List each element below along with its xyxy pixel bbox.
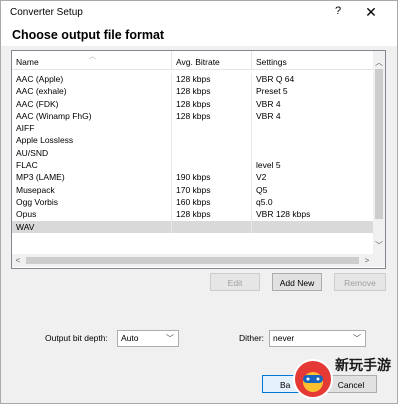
help-button[interactable]: ?	[331, 5, 345, 21]
bitrate-cell: 128 kbps	[172, 208, 252, 221]
column-header-settings[interactable]: Settings	[252, 51, 373, 69]
scroll-right-icon[interactable]: >	[361, 254, 373, 267]
bit-depth-value: Auto	[121, 333, 139, 343]
vertical-scrollbar[interactable]: ︿ ﹀	[373, 51, 385, 254]
window-title: Converter Setup	[10, 7, 83, 18]
dither-select[interactable]: never ﹀	[269, 330, 366, 347]
list-row[interactable]: WAV	[12, 220, 373, 233]
settings-cell: VBR 4	[256, 110, 281, 121]
format-name-cell: AAC (exhale)	[12, 85, 172, 98]
list-row[interactable]: AU/SND	[12, 146, 373, 160]
settings-cell: V2	[256, 172, 267, 183]
format-name-cell: AAC (Winamp FhG)	[12, 109, 172, 123]
remove-button[interactable]: Remove	[334, 273, 386, 291]
list-row[interactable]: AAC (exhale) 128 kbps Preset 5	[12, 85, 373, 98]
format-name-cell: AAC (FDK)	[12, 97, 172, 110]
format-list[interactable]: Name ︿ Avg. Bitrate Settings AAC (Apple)…	[11, 50, 386, 269]
dither-label: Dither:	[239, 333, 265, 343]
list-row[interactable]: Apple Lossless	[12, 134, 373, 147]
format-name-cell: Ogg Vorbis	[12, 195, 172, 209]
horizontal-scrollbar[interactable]: < >	[12, 254, 373, 267]
bitrate-cell: 190 kbps	[172, 171, 252, 184]
settings-cell	[252, 122, 373, 134]
list-row[interactable]: Musepack 170 kbps Q5	[12, 183, 373, 196]
format-name-cell: AIFF	[12, 122, 172, 135]
list-row[interactable]: Ogg Vorbis 160 kbps q5.0	[12, 195, 373, 209]
settings-cell: level 5	[256, 160, 281, 171]
format-name-cell: Musepack	[12, 183, 172, 196]
bitrate-cell	[172, 220, 252, 233]
horizontal-scroll-thumb[interactable]	[26, 257, 359, 264]
list-row[interactable]: AAC (FDK) 128 kbps VBR 4	[12, 97, 373, 110]
dither-value: never	[273, 333, 295, 343]
watermark-logo: 新玩手游	[293, 357, 391, 399]
settings-cell	[252, 221, 373, 233]
bitrate-cell: 170 kbps	[172, 183, 252, 196]
list-row[interactable]: AAC (Winamp FhG) 128 kbps VBR 4	[12, 109, 373, 123]
scroll-down-icon[interactable]: ﹀	[373, 240, 385, 252]
bitrate-cell	[172, 159, 252, 172]
bitrate-cell: 160 kbps	[172, 195, 252, 209]
format-name-cell: FLAC	[12, 159, 172, 172]
title-bar: Converter Setup ? ✕	[1, 1, 397, 25]
list-rows: AAC (Apple) 128 kbps VBR Q 64 AAC (exhale) 1…	[12, 73, 373, 233]
scroll-up-icon[interactable]: ︿	[373, 57, 385, 69]
format-name-cell: Opus	[12, 208, 172, 221]
format-name-cell: AAC (Apple)	[12, 73, 172, 86]
scrollbar-corner	[373, 254, 385, 267]
bitrate-cell	[172, 146, 252, 160]
bitrate-cell: 128 kbps	[172, 73, 252, 86]
bitrate-cell	[172, 122, 252, 135]
edit-button[interactable]: Edit	[210, 273, 260, 291]
format-name-cell: Apple Lossless	[12, 134, 172, 147]
settings-cell: VBR 128 kbps	[256, 209, 311, 220]
watermark-text: 新玩手游	[335, 357, 391, 373]
list-row[interactable]: MP3 (LAME) 190 kbps V2	[12, 171, 373, 184]
format-name-cell: AU/SND	[12, 146, 172, 160]
format-name-cell: WAV	[12, 220, 172, 233]
list-row[interactable]: AAC (Apple) 128 kbps VBR Q 64	[12, 73, 373, 86]
vertical-scroll-thumb[interactable]	[375, 69, 383, 219]
settings-cell: Q5	[256, 184, 268, 195]
settings-cell: VBR 4	[256, 98, 281, 109]
bitrate-cell: 128 kbps	[172, 109, 252, 123]
bitrate-cell: 128 kbps	[172, 85, 252, 98]
column-header-bitrate[interactable]: Avg. Bitrate	[172, 51, 252, 69]
chevron-down-icon: ﹀	[166, 334, 174, 343]
close-button[interactable]: ✕	[363, 4, 379, 20]
add-new-button[interactable]: Add New	[272, 273, 322, 291]
settings-cell: Preset 5	[256, 86, 288, 97]
settings-cell	[252, 134, 373, 146]
sort-ascending-icon: ︿	[89, 53, 96, 60]
chevron-down-icon: ﹀	[353, 334, 361, 343]
bit-depth-select[interactable]: Auto ﹀	[117, 330, 179, 347]
settings-cell: VBR Q 64	[256, 74, 295, 84]
settings-cell: q5.0	[256, 196, 273, 207]
bitrate-cell: 128 kbps	[172, 97, 252, 110]
list-row[interactable]: Opus 128 kbps VBR 128 kbps	[12, 208, 373, 221]
page-title: Choose output file format	[12, 28, 165, 42]
list-row[interactable]: FLAC level 5	[12, 159, 373, 172]
list-header: Name ︿ Avg. Bitrate Settings	[12, 51, 373, 70]
converter-setup-window: Converter Setup ? ✕ Choose output file f…	[0, 0, 398, 404]
list-row[interactable]: AIFF	[12, 122, 373, 135]
settings-cell	[252, 147, 373, 159]
scroll-left-icon[interactable]: <	[12, 254, 24, 267]
bitrate-cell	[172, 134, 252, 147]
bit-depth-label: Output bit depth:	[45, 333, 108, 343]
format-name-cell: MP3 (LAME)	[12, 171, 172, 184]
